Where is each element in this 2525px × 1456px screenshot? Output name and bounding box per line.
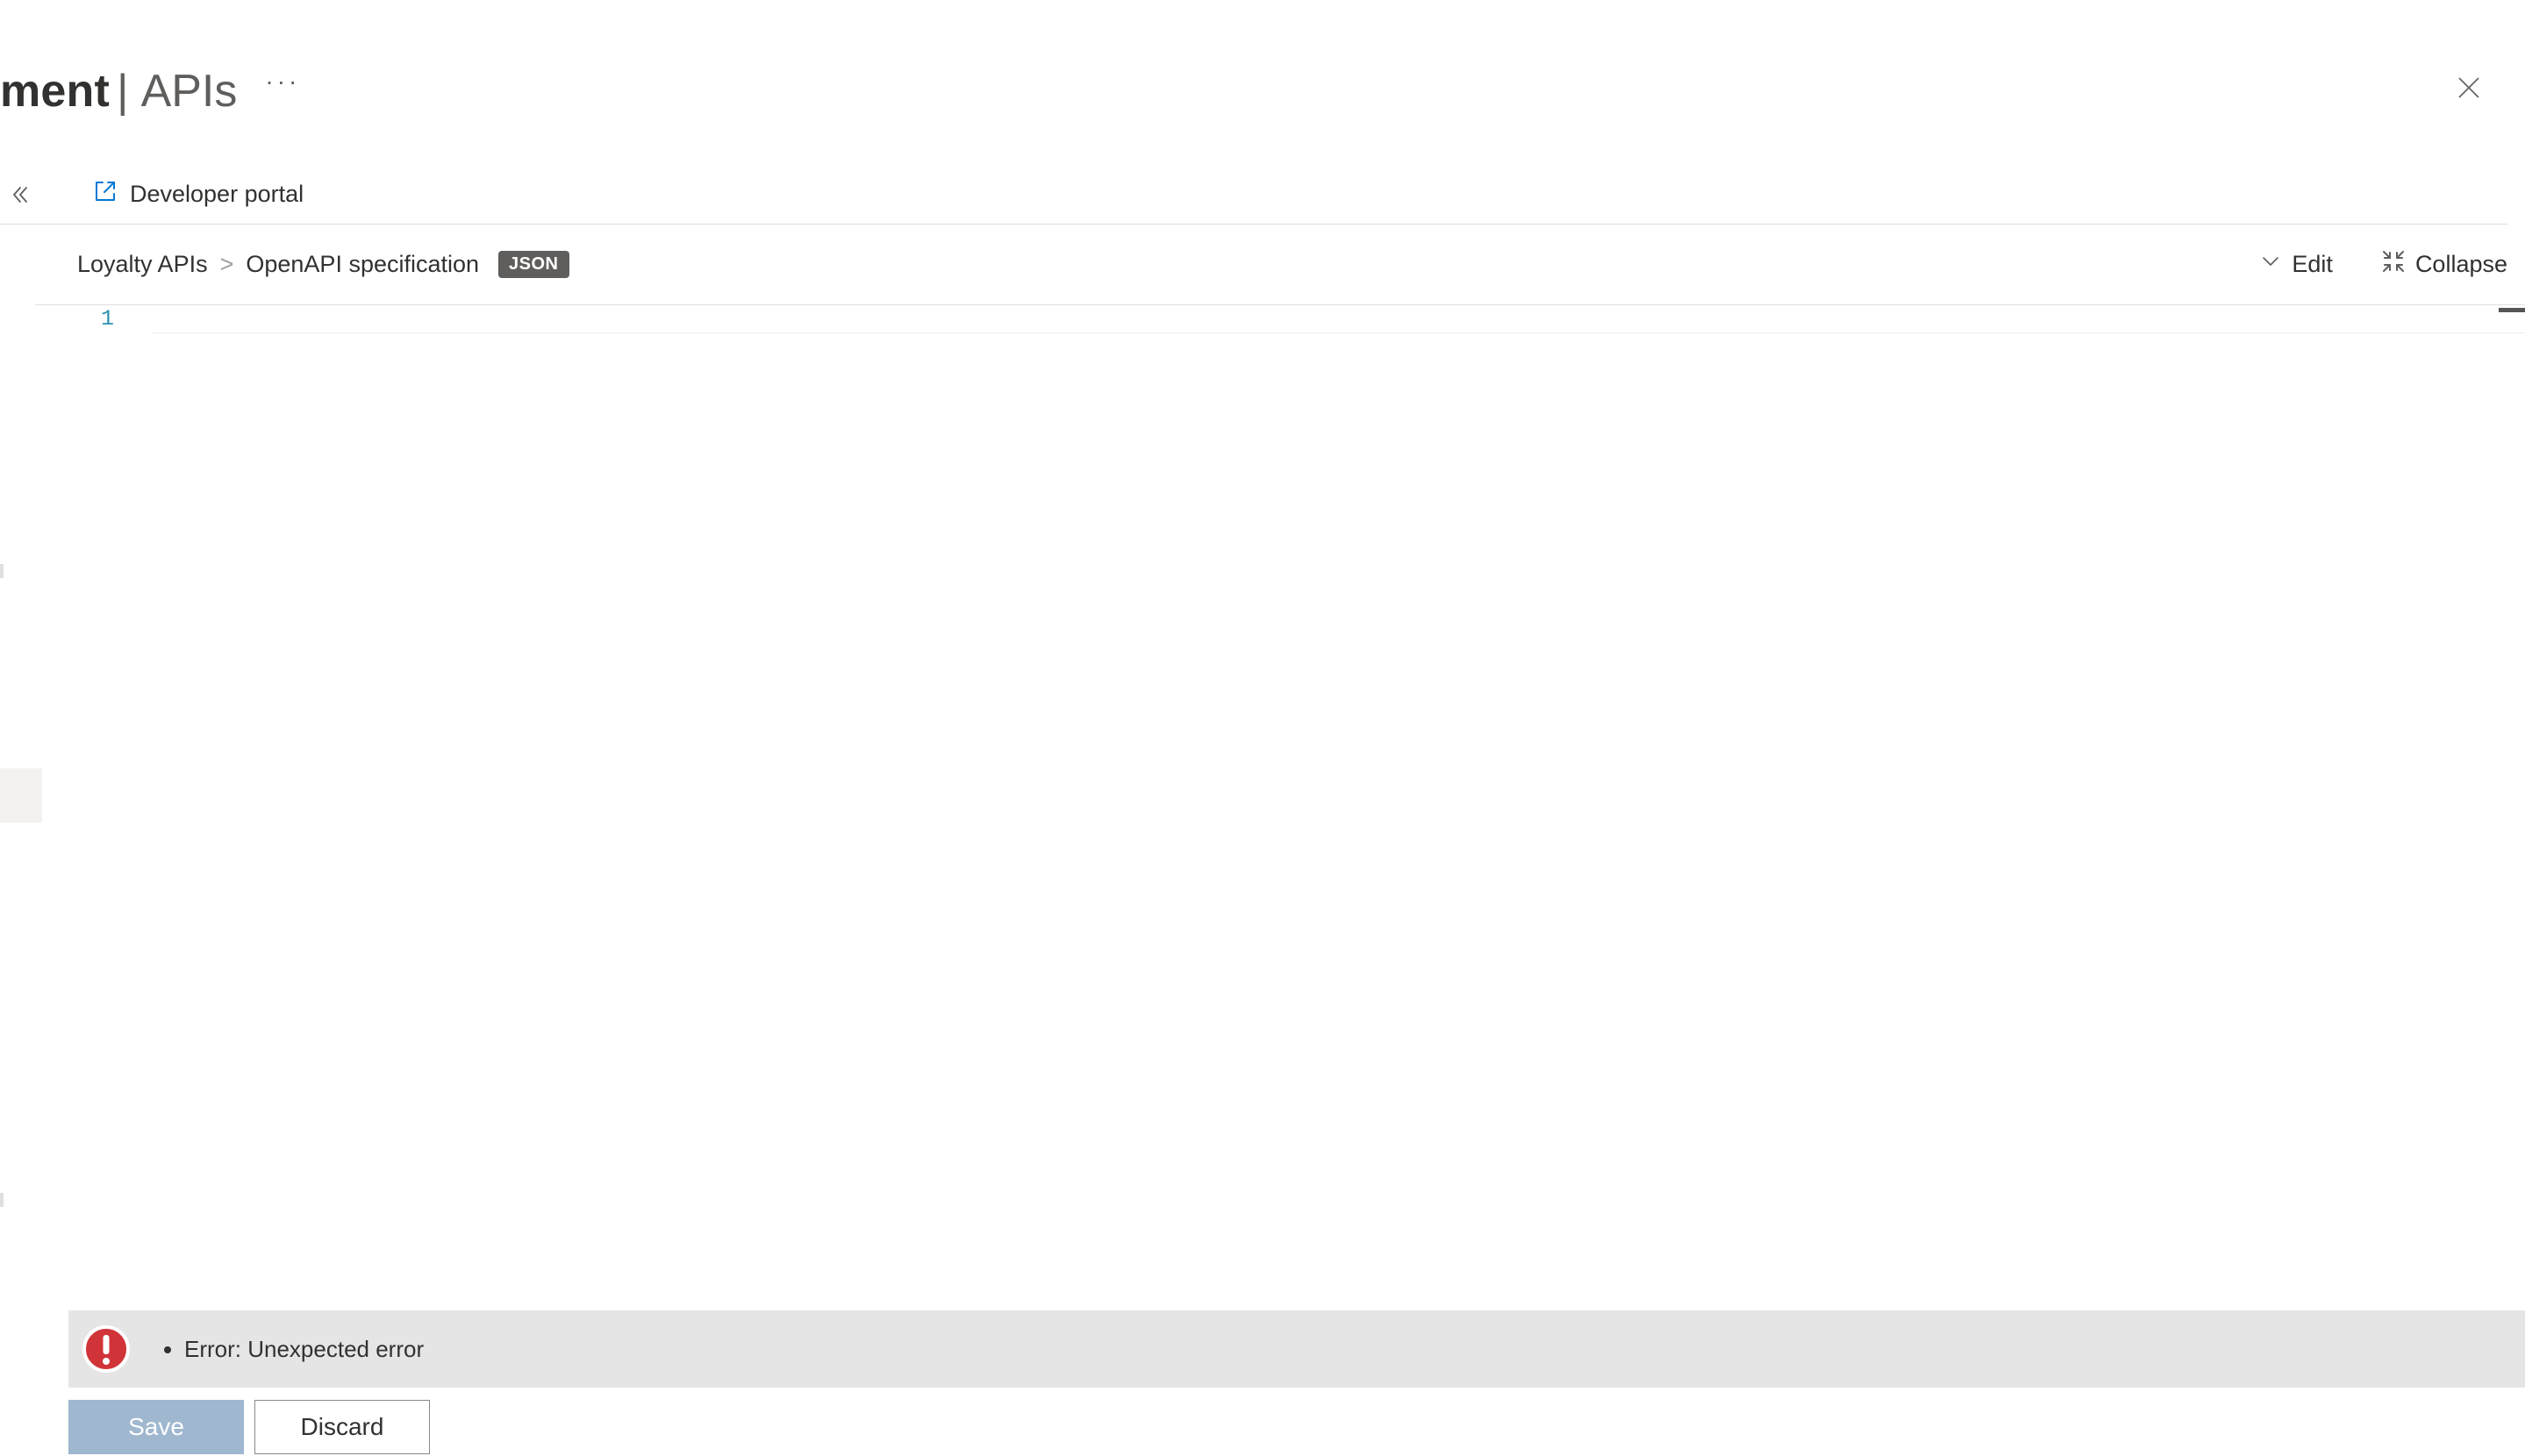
edit-button[interactable]: Edit	[2260, 251, 2333, 278]
breadcrumb-root[interactable]: Loyalty APIs	[77, 251, 208, 278]
chevron-double-left-icon	[11, 185, 30, 204]
page-title-section: APIs	[141, 65, 238, 118]
error-message: Error: Unexpected error	[184, 1336, 424, 1363]
line-content[interactable]	[151, 305, 2525, 333]
line-number: 1	[49, 305, 151, 333]
code-editor[interactable]: 1	[49, 305, 2525, 1456]
toolbar-row: Developer portal	[0, 165, 2507, 225]
developer-portal-label: Developer portal	[130, 181, 304, 208]
more-actions-button[interactable]: ···	[265, 68, 300, 115]
error-list: Error: Unexpected error	[163, 1336, 424, 1363]
discard-label: Discard	[301, 1413, 384, 1441]
external-link-icon	[93, 179, 118, 210]
page-title-separator: |	[117, 65, 129, 118]
collapse-icon	[2382, 250, 2405, 279]
collapse-label: Collapse	[2415, 251, 2507, 278]
breadcrumb-row: Loyalty APIs > OpenAPI specification JSO…	[35, 225, 2525, 305]
breadcrumb-current: OpenAPI specification	[246, 251, 479, 278]
editor-line: 1	[49, 305, 2525, 333]
edit-label: Edit	[2292, 251, 2333, 278]
form-buttons: Save Discard	[68, 1400, 430, 1454]
error-icon	[81, 1324, 132, 1374]
breadcrumb-separator: >	[220, 251, 234, 278]
close-button[interactable]	[2450, 68, 2488, 107]
collapse-sidebar-button[interactable]	[0, 165, 40, 225]
collapse-button[interactable]: Collapse	[2382, 250, 2507, 279]
close-icon	[2457, 75, 2481, 100]
page-title-row: ment | APIs ···	[0, 56, 2525, 126]
save-label: Save	[128, 1413, 184, 1441]
sidebar-fragment	[0, 564, 4, 578]
developer-portal-link[interactable]: Developer portal	[93, 179, 304, 210]
discard-button[interactable]: Discard	[254, 1400, 430, 1454]
format-badge: JSON	[498, 251, 569, 278]
sidebar-fragment	[0, 768, 42, 823]
error-bar: Error: Unexpected error	[68, 1310, 2525, 1388]
minimap-cursor-icon	[2499, 308, 2525, 312]
sidebar-fragment	[0, 1193, 4, 1207]
save-button[interactable]: Save	[68, 1400, 244, 1454]
page-title-partial: ment	[0, 65, 110, 118]
chevron-down-icon	[2260, 251, 2281, 278]
